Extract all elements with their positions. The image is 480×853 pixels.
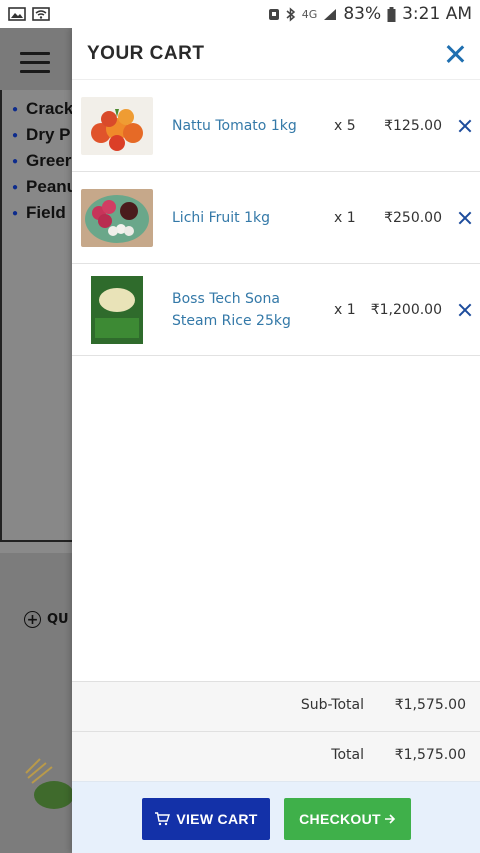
item-quantity: x 1: [334, 209, 356, 226]
item-quantity: x 1: [334, 301, 356, 318]
cart-item: Nattu Tomato 1kg x 5 ₹125.00: [72, 80, 480, 172]
cart-actions: VIEW CART CHECKOUT: [72, 781, 480, 853]
clock: 3:21 AM: [402, 4, 472, 24]
signal-icon: [324, 8, 337, 20]
tomatoes-image: [81, 96, 153, 155]
subtotal-label: Sub-Total: [300, 697, 364, 713]
cart-totals: Sub-Total ₹1,575.00 Total ₹1,575.00: [72, 681, 480, 781]
remove-item-icon[interactable]: [458, 211, 472, 225]
cart-item: Lichi Fruit 1kg x 1 ₹250.00: [72, 172, 480, 264]
cart-title: YOUR CART: [87, 42, 205, 64]
quick-view-button[interactable]: + QU: [24, 611, 69, 628]
plus-circle-icon: +: [24, 611, 41, 628]
lichi-image: [81, 188, 153, 247]
total-row: Total ₹1,575.00: [72, 731, 480, 781]
wifi-icon: [32, 7, 50, 21]
battery-percent: 83%: [343, 4, 382, 24]
item-price: ₹1,200.00: [370, 301, 442, 318]
cart-drawer: YOUR CART Nattu Tomato 1kg x 5 ₹125.00 L…: [72, 28, 480, 853]
remove-item-icon[interactable]: [458, 119, 472, 133]
item-price: ₹250.00: [384, 209, 442, 226]
view-cart-label: VIEW CART: [176, 811, 258, 827]
checkout-button[interactable]: CHECKOUT: [284, 798, 411, 840]
rice-bag-image: [81, 273, 153, 346]
total-label: Total: [331, 747, 364, 763]
bluetooth-icon: [286, 6, 295, 22]
status-bar: 4G 83% 3:21 AM: [0, 0, 480, 28]
subtotal-value: ₹1,575.00: [394, 697, 466, 713]
close-icon[interactable]: [444, 43, 466, 65]
quick-view-label: QU: [47, 612, 69, 627]
network-type: 4G: [301, 7, 318, 21]
remove-item-icon[interactable]: [458, 303, 472, 317]
item-quantity: x 5: [334, 117, 356, 134]
item-name[interactable]: Nattu Tomato 1kg: [172, 115, 322, 137]
arrow-right-icon: [384, 814, 395, 824]
subtotal-row: Sub-Total ₹1,575.00: [72, 681, 480, 731]
product-image: [25, 758, 74, 809]
gallery-icon: [8, 7, 26, 21]
battery-icon: [387, 6, 396, 22]
item-price: ₹125.00: [384, 117, 442, 134]
hamburger-menu-icon[interactable]: [20, 52, 50, 79]
cart-header: YOUR CART: [72, 28, 480, 80]
view-cart-button[interactable]: VIEW CART: [142, 798, 270, 840]
alarm-icon: [268, 9, 279, 20]
checkout-label: CHECKOUT: [299, 811, 381, 827]
item-name[interactable]: Boss Tech Sona Steam Rice 25kg: [172, 288, 322, 332]
cart-item: Boss Tech Sona Steam Rice 25kg x 1 ₹1,20…: [72, 264, 480, 356]
item-name[interactable]: Lichi Fruit 1kg: [172, 207, 322, 229]
cart-icon: [155, 812, 171, 826]
total-value: ₹1,575.00: [394, 747, 466, 763]
